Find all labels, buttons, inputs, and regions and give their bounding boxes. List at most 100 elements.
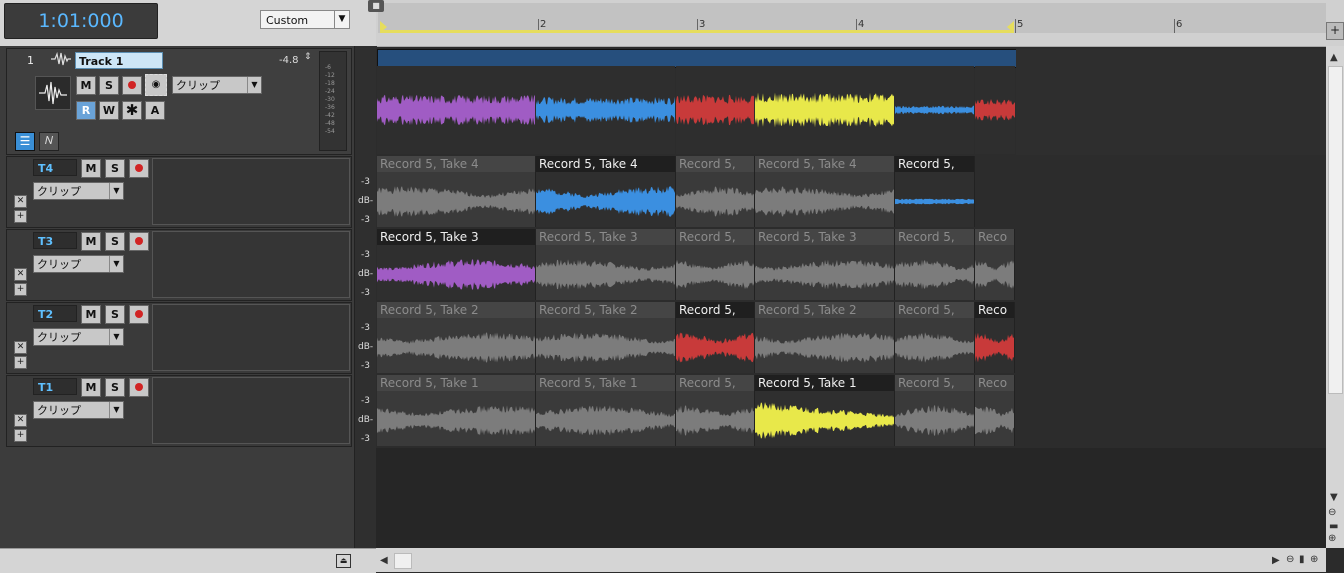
solo-button[interactable]: S bbox=[105, 378, 125, 397]
loop-region[interactable] bbox=[380, 30, 1014, 33]
lane-name-field[interactable]: T3 bbox=[33, 232, 77, 249]
add-icon[interactable]: + bbox=[14, 356, 27, 369]
close-icon[interactable]: ✕ bbox=[14, 414, 27, 427]
solo-button[interactable]: S bbox=[99, 76, 119, 95]
clip-r5-t2-a[interactable]: Record 5, Take 2 bbox=[377, 302, 536, 373]
read-automation-button[interactable]: R bbox=[76, 101, 96, 120]
close-icon[interactable]: ✕ bbox=[14, 341, 27, 354]
record-arm-button[interactable] bbox=[129, 159, 149, 178]
clip-r5-t2-c[interactable]: Record 5, bbox=[676, 302, 755, 373]
solo-button[interactable]: S bbox=[105, 305, 125, 324]
mute-button[interactable]: M bbox=[76, 76, 96, 95]
parent-waveform-segment[interactable] bbox=[676, 66, 974, 154]
write-automation-button[interactable]: W bbox=[99, 101, 119, 120]
clip-r5-t4-b[interactable]: Record 5, Take 4 bbox=[536, 156, 676, 227]
lane-header-t1[interactable]: T1 M S クリップ ▼ ✕ + bbox=[6, 375, 352, 447]
add-icon[interactable]: + bbox=[1326, 22, 1344, 40]
volume-arrows-icon[interactable]: ⇕ bbox=[304, 52, 312, 62]
record-arm-button[interactable] bbox=[129, 232, 149, 251]
clip-r5-t2-e[interactable]: Record 5, bbox=[895, 302, 975, 373]
track-icon[interactable] bbox=[35, 76, 71, 110]
clip-r5-t3-b[interactable]: Record 5, Take 3 bbox=[536, 229, 676, 300]
parent-waveform-segment[interactable] bbox=[377, 66, 675, 154]
zoom-fit-icon[interactable]: ▬ bbox=[1329, 521, 1338, 532]
clip-r5-t1-f[interactable]: Reco bbox=[975, 375, 1015, 446]
clip-r5-t4-a[interactable]: Record 5, Take 4 bbox=[377, 156, 536, 227]
volume-readout[interactable]: -4.8 bbox=[279, 55, 299, 66]
lane-name-field[interactable]: T4 bbox=[33, 159, 77, 176]
lane-clip-dropdown[interactable]: クリップ ▼ bbox=[33, 182, 124, 200]
fx-bypass-icon[interactable]: ✱ bbox=[122, 101, 142, 120]
lane-clip-dropdown[interactable]: クリップ ▼ bbox=[33, 255, 124, 273]
clip-title: Reco bbox=[975, 302, 1014, 318]
record-arm-button[interactable] bbox=[129, 378, 149, 397]
automation-icon[interactable]: 𝑁 bbox=[39, 132, 59, 151]
clip-r5-t4-c[interactable]: Record 5, bbox=[676, 156, 755, 227]
lane-header-t2[interactable]: T2 M S クリップ ▼ ✕ + bbox=[6, 302, 352, 374]
scroll-right-icon[interactable]: ▶ bbox=[1272, 555, 1280, 566]
clips-empty-area[interactable] bbox=[376, 448, 1326, 548]
lane-clip-dropdown[interactable]: クリップ ▼ bbox=[33, 328, 124, 346]
add-icon[interactable]: + bbox=[14, 210, 27, 223]
scroll-down-icon[interactable]: ▼ bbox=[1330, 492, 1338, 503]
record-icon bbox=[135, 310, 143, 318]
playhead-handle[interactable]: ■ bbox=[368, 0, 384, 12]
ruler-band[interactable]: 2 3 4 5 6 bbox=[378, 3, 1326, 33]
solo-button[interactable]: S bbox=[105, 232, 125, 251]
clip-r5-t2-d[interactable]: Record 5, Take 2 bbox=[755, 302, 895, 373]
horizontal-scroll-thumb[interactable] bbox=[394, 553, 412, 569]
mute-button[interactable]: M bbox=[81, 232, 101, 251]
collapse-icon[interactable]: ⏏ bbox=[336, 554, 351, 568]
time-display[interactable]: 1:01:000 bbox=[4, 3, 158, 39]
add-icon[interactable]: + bbox=[14, 429, 27, 442]
waveform bbox=[377, 186, 535, 217]
horizontal-scrollbar[interactable] bbox=[376, 548, 1326, 572]
parent-waveform-segment[interactable] bbox=[975, 66, 1015, 154]
mute-button[interactable]: M bbox=[81, 305, 101, 324]
lane-name-field[interactable]: T2 bbox=[33, 305, 77, 322]
clip-r5-t3-a[interactable]: Record 5, Take 3 bbox=[377, 229, 536, 300]
clip-r5-t1-e[interactable]: Record 5, bbox=[895, 375, 975, 446]
h-zoom-fit-icon[interactable]: ▮ bbox=[1299, 554, 1305, 565]
parent-empty-area bbox=[1016, 49, 1326, 155]
clip-r5-t3-f[interactable]: Reco bbox=[975, 229, 1015, 300]
zoom-out-icon[interactable]: ⊖ bbox=[1328, 507, 1336, 518]
clip-r5-t4-e[interactable]: Record 5, bbox=[895, 156, 975, 227]
clip-r5-t4-d[interactable]: Record 5, Take 4 bbox=[755, 156, 895, 227]
zoom-in-icon[interactable]: ⊕ bbox=[1328, 533, 1336, 544]
clip-r5-t1-a[interactable]: Record 5, Take 1 bbox=[377, 375, 536, 446]
clip-r5-t3-c[interactable]: Record 5, bbox=[676, 229, 755, 300]
mute-button[interactable]: M bbox=[81, 378, 101, 397]
archive-button[interactable]: A bbox=[145, 101, 165, 120]
parent-track-header[interactable]: 1 Track 1 -4.8 ⇕ M S ◉ クリップ ▼ R W ✱ A ☰ … bbox=[6, 48, 352, 155]
clip-r5-t2-b[interactable]: Record 5, Take 2 bbox=[536, 302, 676, 373]
clip-r5-t3-e[interactable]: Record 5, bbox=[895, 229, 975, 300]
clip-r5-t1-d[interactable]: Record 5, Take 1 bbox=[755, 375, 895, 446]
close-icon[interactable]: ✕ bbox=[14, 268, 27, 281]
h-zoom-out-icon[interactable]: ⊖ bbox=[1286, 554, 1294, 565]
track-name-field[interactable]: Track 1 bbox=[75, 52, 163, 69]
record-arm-button[interactable] bbox=[129, 305, 149, 324]
ruler-label: 5 bbox=[1017, 19, 1024, 30]
mute-button[interactable]: M bbox=[81, 159, 101, 178]
lane-clip-dropdown[interactable]: クリップ ▼ bbox=[33, 401, 124, 419]
clip-r5-t3-d[interactable]: Record 5, Take 3 bbox=[755, 229, 895, 300]
parent-clip-dropdown[interactable]: クリップ ▼ bbox=[172, 76, 262, 94]
clip-r5-t1-b[interactable]: Record 5, Take 1 bbox=[536, 375, 676, 446]
close-icon[interactable]: ✕ bbox=[14, 195, 27, 208]
h-zoom-in-icon[interactable]: ⊕ bbox=[1310, 554, 1318, 565]
solo-button[interactable]: S bbox=[105, 159, 125, 178]
preset-dropdown[interactable]: Custom ▼ bbox=[260, 10, 350, 29]
add-icon[interactable]: + bbox=[14, 283, 27, 296]
input-echo-button[interactable]: ◉ bbox=[145, 74, 167, 96]
lane-name-field[interactable]: T1 bbox=[33, 378, 77, 395]
lane-header-t4[interactable]: T4 M S クリップ ▼ ✕ + bbox=[6, 156, 352, 228]
record-arm-button[interactable] bbox=[122, 76, 142, 95]
scroll-left-icon[interactable]: ◀ bbox=[380, 555, 388, 566]
clip-r5-t1-c[interactable]: Record 5, bbox=[676, 375, 755, 446]
vertical-scroll-thumb[interactable] bbox=[1328, 66, 1343, 394]
clip-r5-t2-f[interactable]: Reco bbox=[975, 302, 1015, 373]
lanes-toggle-icon[interactable]: ☰ bbox=[15, 132, 35, 151]
lane-header-t3[interactable]: T3 M S クリップ ▼ ✕ + bbox=[6, 229, 352, 301]
scroll-up-icon[interactable]: ▲ bbox=[1330, 52, 1338, 63]
